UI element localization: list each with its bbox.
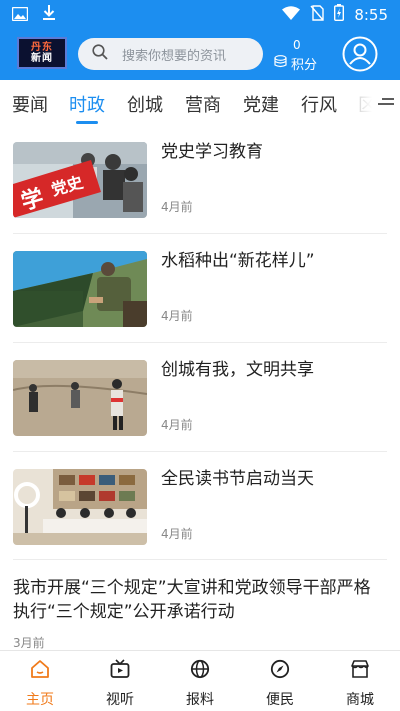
tv-icon <box>110 659 130 683</box>
news-time: 4月前 <box>161 527 193 541</box>
news-item[interactable]: 水稻种出“新花样儿” 4月前 <box>13 235 387 343</box>
points-label: 积分 <box>291 58 318 73</box>
compass-icon <box>270 659 290 683</box>
user-avatar[interactable] <box>342 36 378 72</box>
home-icon <box>30 659 50 683</box>
nav-home-label: 主页 <box>26 692 54 708</box>
tab-dangjian[interactable]: 党建 <box>243 91 279 117</box>
news-item[interactable]: 全民读书节启动当天 4月前 <box>13 453 387 560</box>
news-title: 全民读书节启动当天 <box>161 469 314 489</box>
bottom-navigation: 主页 视听 报料 便民 商城 <box>0 650 400 711</box>
nav-video[interactable]: 视听 <box>80 651 160 711</box>
nav-report-label: 报料 <box>186 692 214 708</box>
tab-yingshang[interactable]: 营商 <box>185 91 221 117</box>
wifi-icon <box>282 5 301 24</box>
nav-video-label: 视听 <box>106 692 134 708</box>
status-bar: 8:55 <box>0 0 400 28</box>
tab-fade <box>348 80 372 126</box>
tab-xingfeng[interactable]: 行风 <box>301 91 337 117</box>
news-title: 我市开展“三个规定”大宣讲和党政领导干部严格执行“三个规定”公开承诺行动 <box>13 578 371 622</box>
no-sim-icon <box>310 4 325 25</box>
search-placeholder: 搜索你想要的资讯 <box>122 48 227 64</box>
points-button[interactable]: 0 积分 <box>274 37 324 73</box>
news-time: 3月前 <box>13 636 45 650</box>
shop-icon <box>350 659 370 683</box>
news-thumbnail <box>13 469 147 545</box>
news-time: 4月前 <box>161 200 193 214</box>
nav-shop-label: 商城 <box>346 692 374 708</box>
nav-home[interactable]: 主页 <box>0 651 80 711</box>
search-icon <box>78 44 108 64</box>
nav-service-label: 便民 <box>266 692 294 708</box>
news-thumbnail <box>13 360 147 436</box>
news-title: 创城有我，文明共享 <box>161 360 314 380</box>
clock: 8:55 <box>354 5 388 24</box>
news-thumbnail: 学 党史 <box>13 142 147 218</box>
search-input[interactable]: 搜索你想要的资讯 <box>78 38 263 70</box>
news-item[interactable]: 我市开展“三个规定”大宣讲和党政领导干部严格执行“三个规定”公开承诺行动 3月前 <box>13 560 387 650</box>
news-time: 4月前 <box>161 309 193 323</box>
logo-line-1: 丹东 <box>31 42 53 53</box>
news-title: 水稻种出“新花样儿” <box>161 251 315 271</box>
app-logo[interactable]: 丹东 新闻 <box>17 37 67 69</box>
tab-shizheng[interactable]: 时政 <box>69 91 105 117</box>
news-item[interactable]: 学 党史 党史学习教育 4月前 <box>13 126 387 234</box>
download-icon <box>42 5 56 25</box>
app-header: 丹东 新闻 搜索你想要的资讯 0 积分 <box>0 28 400 80</box>
nav-shop[interactable]: 商城 <box>320 651 400 711</box>
coins-icon <box>274 55 287 72</box>
active-tab-indicator <box>76 121 98 124</box>
globe-icon <box>190 659 210 683</box>
tab-yaowen[interactable]: 要闻 <box>12 91 48 117</box>
news-item[interactable]: 创城有我，文明共享 4月前 <box>13 344 387 452</box>
logo-line-2: 新闻 <box>31 53 53 64</box>
news-title: 党史学习教育 <box>161 142 263 162</box>
tab-menu-button[interactable] <box>372 80 400 126</box>
category-tabs: 要闻 时政 创城 营商 党建 行风 区 <box>0 80 400 126</box>
tab-chuangcheng[interactable]: 创城 <box>127 91 163 117</box>
news-thumbnail <box>13 251 147 327</box>
image-notification-icon <box>11 6 29 25</box>
nav-service[interactable]: 便民 <box>240 651 320 711</box>
nav-report[interactable]: 报料 <box>160 651 240 711</box>
news-time: 4月前 <box>161 418 193 432</box>
menu-icon <box>378 94 394 113</box>
points-value: 0 <box>293 38 301 52</box>
battery-charging-icon <box>334 4 345 25</box>
